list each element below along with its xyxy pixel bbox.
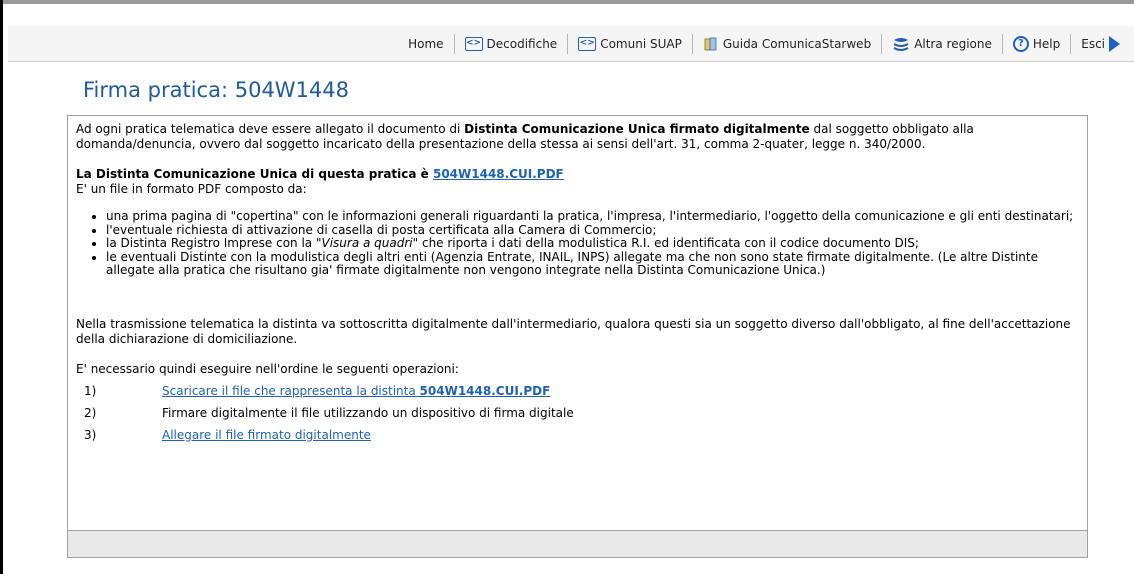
step-link-text: Scaricare il file che rappresenta la dis… (162, 384, 420, 398)
composition-list: una prima pagina di "copertina" con le i… (76, 209, 1081, 278)
list-item: l'eventuale richiesta di attivazione di … (106, 223, 1081, 238)
decodifiche-link[interactable]: <> Decodifiche (455, 36, 568, 51)
distinta-heading: La Distinta Comunicazione Unica di quest… (76, 167, 1081, 182)
transmission-note: Nella trasmissione telematica la distint… (76, 316, 1071, 346)
distinta-description: E' un file in formato PDF composto da: (76, 182, 307, 196)
distinta-pdf-link[interactable]: 504W1448.CUI.PDF (433, 167, 564, 181)
esci-link[interactable]: Esci (1071, 35, 1130, 52)
step-row: 3) Allegare il file firmato digitalmente (76, 425, 1081, 447)
step-number: 3) (84, 428, 97, 442)
help-link[interactable]: ? Help (1003, 35, 1070, 52)
home-link[interactable]: Home (398, 37, 453, 51)
guida-link[interactable]: Guida ComunicaStarweb (693, 36, 881, 52)
window-top-border (0, 0, 1134, 4)
panel-footer (68, 530, 1087, 557)
help-label: Help (1032, 36, 1061, 51)
altra-regione-link[interactable]: Altra regione (882, 36, 1002, 52)
intro-text: Ad ogni pratica telematica deve essere a… (76, 122, 465, 136)
page-title: Firma pratica: 504W1448 (83, 78, 350, 102)
help-icon: ? (1012, 35, 1029, 52)
layers-icon (893, 37, 909, 51)
list-item: le eventuali Distinte con la modulistica… (106, 250, 1081, 278)
steps-intro: E' necessario quindi eseguire nell'ordin… (76, 361, 459, 376)
attach-signed-file-link[interactable]: Allegare il file firmato digitalmente (162, 428, 371, 443)
download-distinta-link[interactable]: Scaricare il file che rappresenta la dis… (162, 384, 550, 399)
top-toolbar: Home <> Decodifiche <> Comuni SUAP Guida… (8, 26, 1134, 62)
step-number: 1) (84, 384, 97, 398)
steps-list: 1) Scaricare il file che rappresenta la … (76, 381, 1081, 447)
list-item-text: la Distinta Registro Imprese con la (106, 236, 316, 250)
list-item-italic: "Visura a quadri" (315, 236, 419, 250)
intro-bold: Distinta Comunicazione Unica firmato dig… (464, 122, 810, 136)
step-text: Firmare digitalmente il file utilizzando… (162, 406, 574, 420)
home-label: Home (408, 36, 444, 51)
step-link-bold: 504W1448.CUI.PDF (419, 384, 551, 398)
list-item: la Distinta Registro Imprese con la "Vis… (106, 236, 1081, 251)
list-item-text: che riporta i dati della modulistica R.I… (418, 236, 919, 250)
altra-regione-label: Altra regione (914, 36, 992, 51)
intro-paragraph: Ad ogni pratica telematica deve essere a… (76, 122, 1081, 152)
panel-content: Ad ogni pratica telematica deve essere a… (76, 122, 1081, 447)
code-icon: <> (464, 36, 483, 51)
step-number: 2) (84, 406, 97, 420)
esci-label: Esci (1081, 36, 1105, 51)
step-row: 2) Firmare digitalmente il file utilizza… (76, 403, 1081, 425)
distinta-label: La Distinta Comunicazione Unica di quest… (76, 167, 433, 181)
step-row: 1) Scaricare il file che rappresenta la … (76, 381, 1081, 403)
code-icon: <> (578, 36, 597, 51)
exit-arrow-icon (1109, 35, 1120, 52)
guida-label: Guida ComunicaStarweb (722, 36, 872, 51)
book-icon (704, 37, 717, 50)
window-left-border (0, 0, 3, 574)
content-panel: Ad ogni pratica telematica deve essere a… (67, 115, 1088, 558)
list-item: una prima pagina di "copertina" con le i… (106, 209, 1081, 224)
comuni-suap-label: Comuni SUAP (600, 36, 682, 51)
decodifiche-label: Decodifiche (486, 36, 558, 51)
comuni-suap-link[interactable]: <> Comuni SUAP (568, 36, 692, 51)
